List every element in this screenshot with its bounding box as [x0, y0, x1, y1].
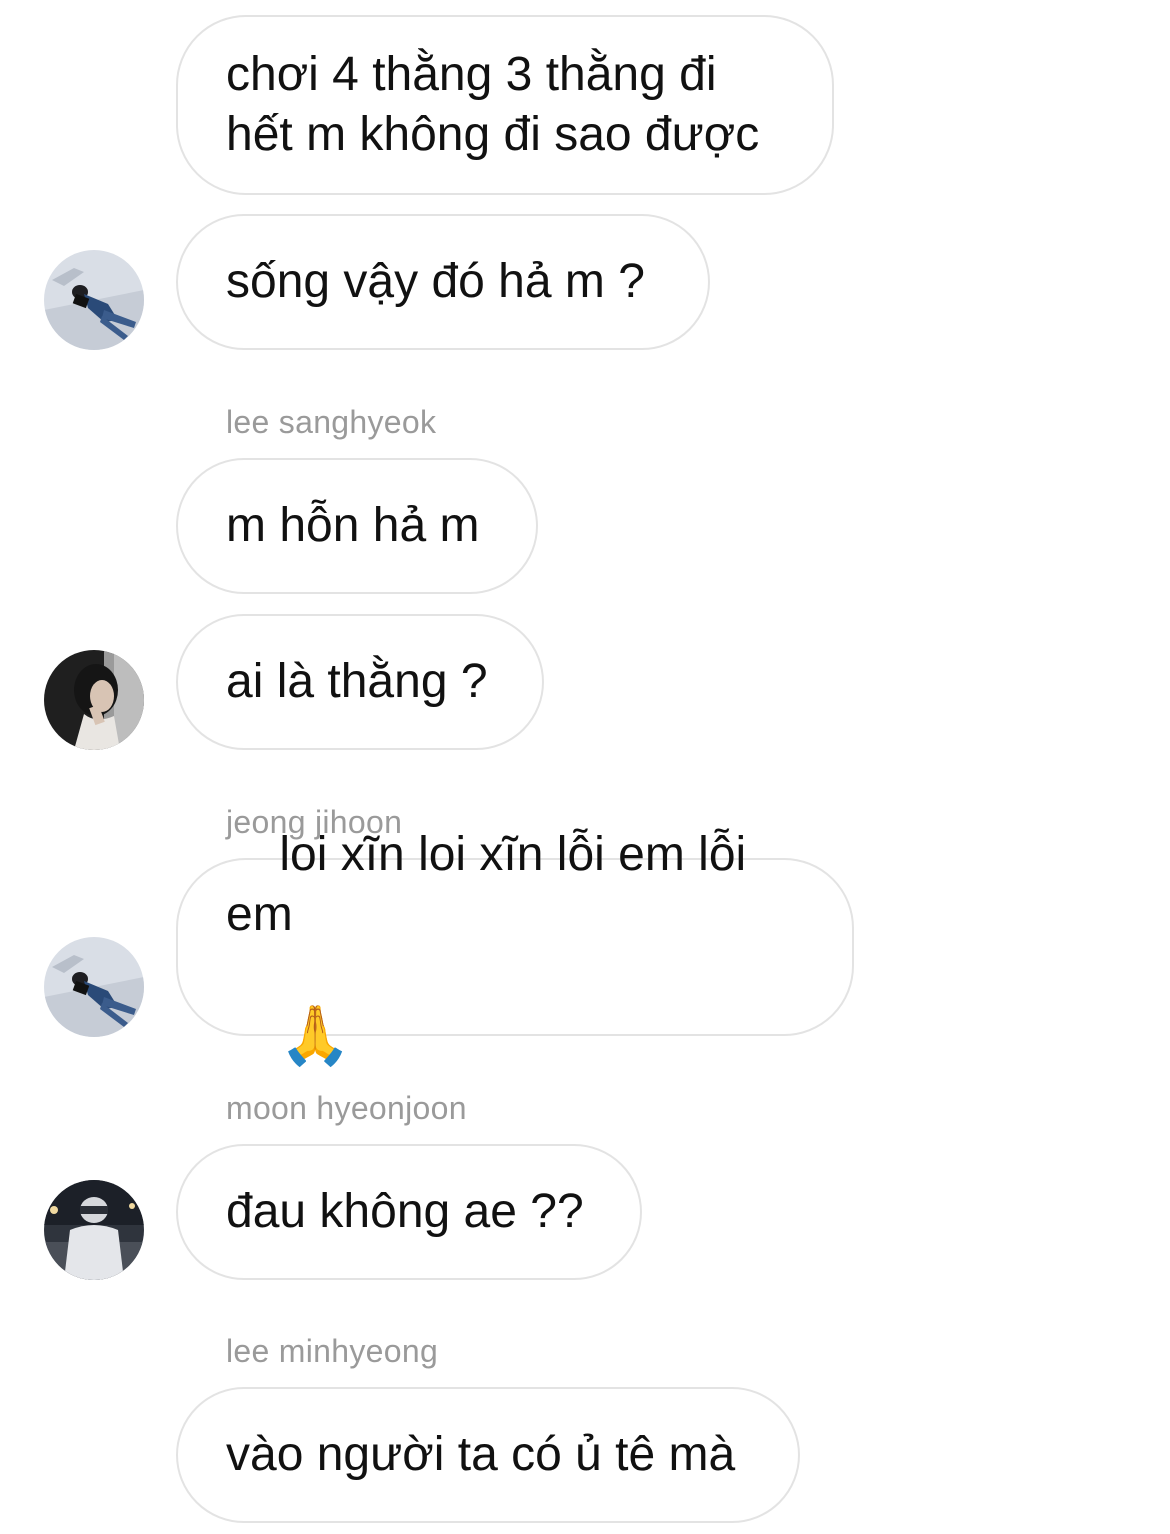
person-night-street-avatar — [44, 1180, 144, 1280]
sender-name: lee sanghyeok — [226, 404, 437, 440]
message-bubble[interactable]: đau không ae ?? — [176, 1144, 642, 1280]
message-text: đau không ae ?? — [226, 1185, 584, 1238]
avatar[interactable] — [44, 650, 144, 750]
message-text: chơi 4 thằng 3 thằng đi hết m không đi s… — [226, 48, 760, 161]
person-lying-on-snow-avatar — [44, 937, 144, 1037]
message-bubble[interactable]: vào người ta có ủ tê mà — [176, 1387, 800, 1523]
message-bubble[interactable]: m hỗn hả m — [176, 458, 538, 594]
message-bubble[interactable]: ai là thằng ? — [176, 614, 544, 750]
avatar[interactable] — [44, 937, 144, 1037]
message-bubble[interactable]: loi xĩn loi xĩn lỗi em lỗi em 🙏 — [176, 828, 854, 1065]
message-bubble[interactable]: sống vậy đó hả m ? — [176, 214, 710, 350]
message-text: ai là thằng ? — [226, 655, 488, 708]
message-text-line: loi xĩn loi xĩn lỗi em lỗi em — [226, 827, 760, 941]
avatar[interactable] — [44, 250, 144, 350]
avatar[interactable] — [44, 1180, 144, 1280]
person-portrait-dark-avatar — [44, 650, 144, 750]
message-text: m hỗn hả m — [226, 499, 480, 552]
sender-name: moon hyeonjoon — [226, 1090, 467, 1126]
message-text: loi xĩn loi xĩn lỗi em lỗi em 🙏 — [226, 765, 804, 1130]
message-text: sống vậy đó hả m ? — [226, 255, 645, 308]
sender-name: lee minhyeong — [226, 1333, 439, 1369]
person-lying-on-snow-avatar — [44, 250, 144, 350]
message-text: vào người ta có ủ tê mà — [226, 1428, 736, 1481]
praying-hands-icon: 🙏 — [279, 1000, 352, 1069]
message-bubble[interactable]: chơi 4 thằng 3 thằng đi hết m không đi s… — [176, 15, 834, 195]
